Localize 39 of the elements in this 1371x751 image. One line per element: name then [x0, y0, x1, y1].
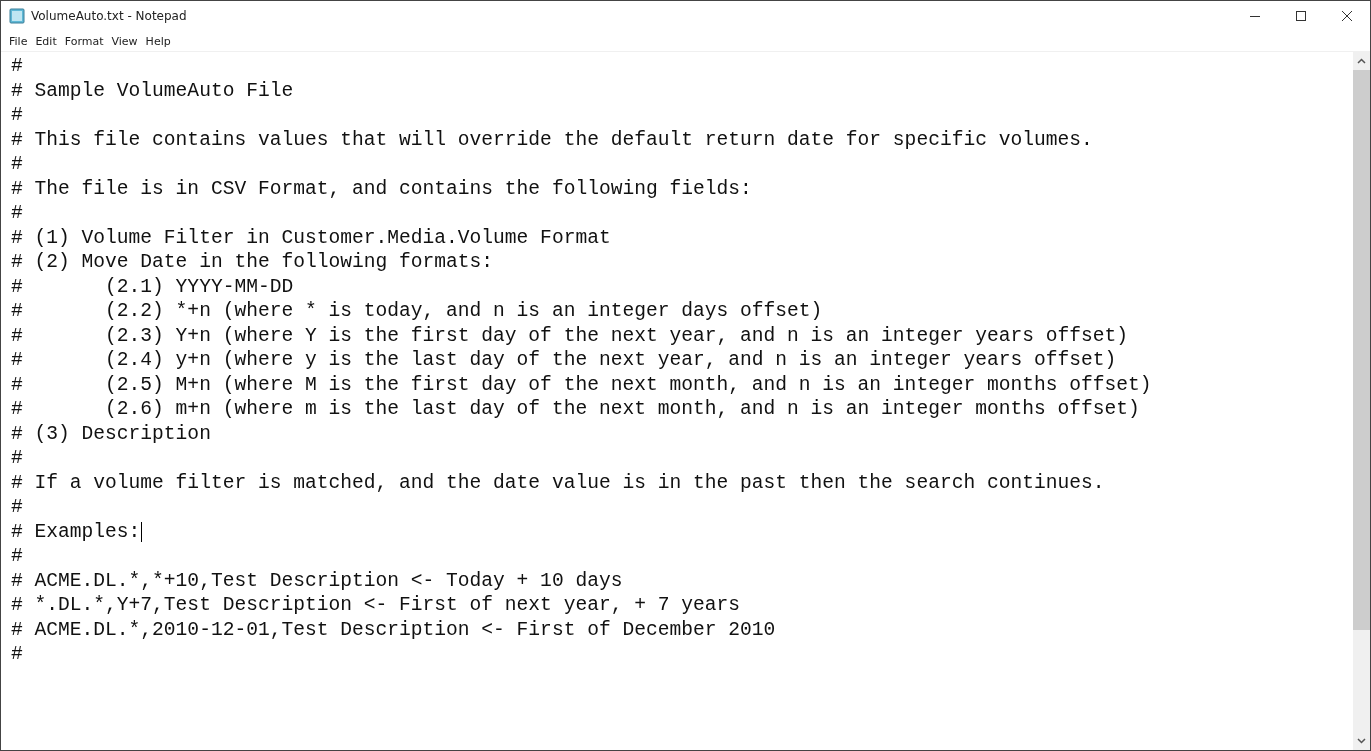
scroll-down-icon[interactable]: [1357, 738, 1366, 744]
text-line: # (3) Description: [11, 421, 211, 446]
scrollbar-thumb[interactable]: [1353, 70, 1370, 630]
menu-item[interactable]: View: [107, 34, 142, 48]
menu-item[interactable]: Help: [141, 34, 175, 48]
text-line: # (2.2) *+n (where * is today, and n is an integer days offset): [11, 299, 823, 324]
text-line: # (2.4) y+n (where y is the last day of the next year, and n is an integer years offset): [11, 348, 1117, 373]
text-line: # (2.6) m+n (where m is the last day of the next month, and n is an integer months offset): [11, 397, 1140, 422]
text-line: # (2.1) YYYY-MM-DD: [11, 274, 294, 299]
text-line: #: [11, 495, 23, 520]
text-line: # This file contains values that will override the default return date for specific volumes.: [11, 127, 1093, 152]
text-line: #: [11, 103, 23, 128]
text-caret: [141, 521, 143, 542]
text-line: # ACME.DL.*,2010-12-01,Test Description <- First of December 2010: [11, 617, 776, 642]
text-line: # (1) Volume Filter in Customer.Media.Volume Format: [11, 225, 611, 250]
text-line: #: [11, 201, 23, 226]
vertical-scrollbar[interactable]: [1353, 52, 1370, 750]
text-line: # *.DL.*,Y+7,Test Description <- First of next year, + 7 years: [11, 593, 740, 618]
menu-item[interactable]: File: [5, 34, 32, 48]
menu-item[interactable]: Edit: [31, 34, 61, 48]
text-line: #: [11, 642, 23, 667]
text-line: # Sample VolumeAuto File: [11, 78, 294, 103]
close-icon: [1341, 10, 1353, 22]
text-line: # The file is in CSV Format, and contains the following fields:: [11, 176, 752, 201]
notepad-icon: [9, 8, 25, 24]
text-line: # Examples:: [11, 519, 141, 544]
text-line: #: [11, 544, 23, 569]
menu-item[interactable]: Format: [60, 34, 108, 48]
text-line: # (2.5) M+n (where M is the first day of the next month, and n is an integer months offset): [11, 372, 1152, 397]
text-line: # If a volume filter is matched, and the date value is in the past then the search continues.: [11, 470, 1105, 495]
text-line: # (2) Move Date in the following formats:: [11, 250, 494, 275]
text-line: #: [11, 152, 23, 177]
text-line: # (2.3) Y+n (where Y is the first day of the next year, and n is an integer years offset): [11, 323, 1129, 348]
text-line: # ACME.DL.*,*+10,Test Description <- Today + 10 days: [11, 568, 623, 593]
text-line: #: [11, 446, 23, 471]
window-title: VolumeAuto.txt - Notepad: [31, 9, 187, 23]
maximize-icon: [1295, 10, 1307, 22]
text-line: #: [11, 54, 23, 79]
scroll-up-icon[interactable]: [1357, 58, 1366, 64]
